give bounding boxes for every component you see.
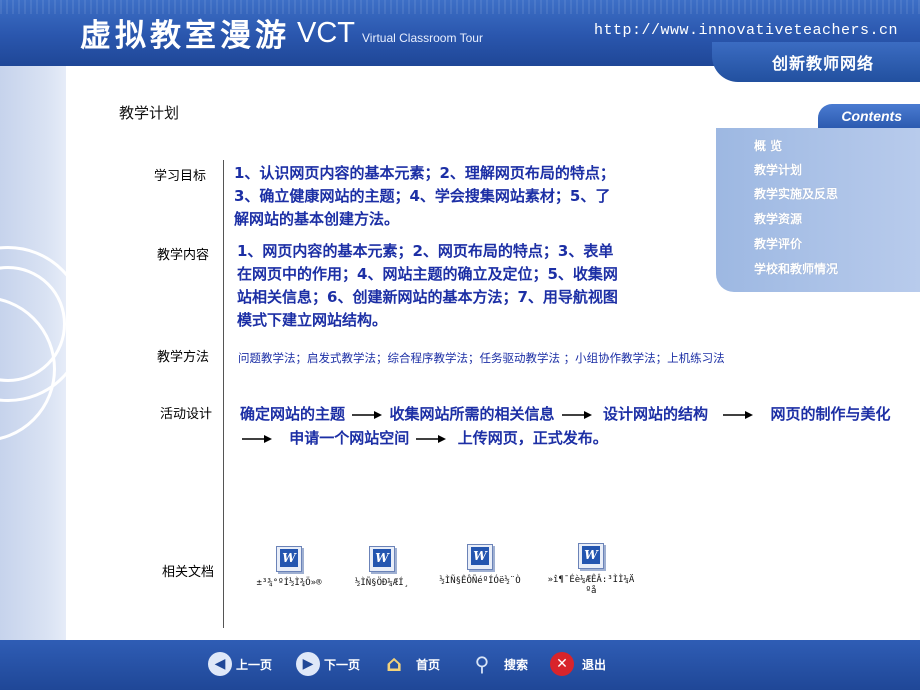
word-doc-icon[interactable]: W <box>467 544 493 570</box>
exit-button[interactable]: ✕ 退出 <box>550 652 606 676</box>
next-label[interactable]: 下一页 <box>324 656 360 673</box>
menu-item-school[interactable]: 学校和教师情况 <box>754 260 838 277</box>
arrow-right-icon <box>242 434 272 443</box>
activity-step: 申请一个网站空间 <box>289 429 410 447</box>
content-line: 1、网页内容的基本元素；2、网页布局的特点；3、表单 <box>237 242 614 260</box>
word-doc-icon[interactable]: W <box>369 546 395 572</box>
arrow-right-icon <box>561 410 592 419</box>
home-label[interactable]: 首页 <box>416 656 440 673</box>
site-title-en: Virtual Classroom Tour <box>362 31 483 45</box>
goals-line: 3、确立健康网站的主题；4、学会搜集网站素材；5、了 <box>234 187 611 205</box>
home-button[interactable]: ⌂ 首页 <box>382 652 440 677</box>
arrow-right-icon[interactable]: ▶ <box>296 652 320 676</box>
site-title-abbr: VCT <box>297 17 355 49</box>
goals-text: 1、认识网页内容的基本元素；2、理解网页布局的特点； 3、确立健康网站的主题；4… <box>234 162 694 231</box>
content-text: 1、网页内容的基本元素；2、网页布局的特点；3、表单 在网页中的作用；4、网站主… <box>237 240 697 332</box>
goals-label: 学习目标 <box>154 169 207 184</box>
menu-item-plan[interactable]: 教学计划 <box>754 161 802 178</box>
search-icon[interactable]: ⚲ <box>470 652 494 676</box>
activity-step: 收集网站所需的相关信息 <box>389 405 555 423</box>
left-rail <box>0 66 66 640</box>
activity-step: 上传网页，正式发布。 <box>457 429 608 447</box>
prev-button[interactable]: ◀ 上一页 <box>208 652 272 676</box>
activity-step: 设计网站的结构 <box>602 405 708 423</box>
exit-label[interactable]: 退出 <box>582 656 606 673</box>
arrow-right-icon <box>352 410 383 419</box>
doc-file[interactable]: W ½ÌÑ§ÊÔÑéºÍÓë½¨Ò <box>420 544 540 587</box>
site-url[interactable]: http://www.innovativeteachers.cn <box>594 22 898 39</box>
contents-tab: Contents <box>818 104 920 130</box>
activity-step: 网页的制作与美化 <box>770 405 891 423</box>
goals-line: 解网站的基本创建方法。 <box>234 210 400 228</box>
page-title: 教学计划 <box>119 104 180 122</box>
site-title: 虚拟教室漫游 <box>80 18 290 54</box>
content-label: 教学内容 <box>157 248 210 263</box>
doc-file-name[interactable]: ½ÌÑ§ÊÔÑéºÍÓë½¨Ò <box>420 576 540 587</box>
doc-file-name[interactable]: »î¶¯Éè¼ÆÊÂ:³ÌÌ¼Ä ºå <box>541 575 641 597</box>
activity-step: 确定网站的主题 <box>240 405 346 423</box>
word-doc-icon[interactable]: W <box>578 543 604 569</box>
brand-name: 创新教师网络 <box>772 54 875 73</box>
menu-item-evaluation[interactable]: 教学评价 <box>754 235 802 252</box>
docs-label: 相关文档 <box>162 565 215 580</box>
activities-flow: 确定网站的主题 收集网站所需的相关信息 设计网站的结构 网页的制作与美化 申请一… <box>240 402 905 450</box>
prev-label[interactable]: 上一页 <box>236 656 272 673</box>
bottom-bar <box>0 640 920 690</box>
content-line: 站相关信息；6、创建新网站的基本方法；7、用导航视图 <box>237 288 618 306</box>
menu-item-overview[interactable]: 概 览 <box>754 137 782 154</box>
doc-file[interactable]: W »î¶¯Éè¼ÆÊÂ:³ÌÌ¼Ä ºå <box>531 543 651 597</box>
content-divider <box>223 160 224 628</box>
arrow-right-icon <box>723 410 754 419</box>
home-icon[interactable]: ⌂ <box>382 652 406 677</box>
methods-text: 问题教学法；启发式教学法；综合程序教学法；任务驱动教学法 ；小组协作教学法；上机… <box>238 351 725 365</box>
search-label[interactable]: 搜索 <box>504 656 528 673</box>
menu-item-resources[interactable]: 教学资源 <box>754 210 802 227</box>
arrow-right-icon <box>416 434 447 443</box>
content-line: 在网页中的作用；4、网站主题的确立及定位；5、收集网 <box>237 265 618 283</box>
close-icon[interactable]: ✕ <box>550 652 574 676</box>
menu-item-reflection[interactable]: 教学实施及反思 <box>754 185 838 202</box>
activities-label: 活动设计 <box>160 407 213 422</box>
goals-line: 1、认识网页内容的基本元素；2、理解网页布局的特点； <box>234 164 615 182</box>
content-line: 模式下建立网站结构。 <box>237 311 388 329</box>
word-doc-icon[interactable]: W <box>276 546 302 572</box>
methods-label: 教学方法 <box>157 350 210 365</box>
next-button[interactable]: ▶ 下一页 <box>296 652 360 676</box>
contents-heading: Contents <box>841 108 902 124</box>
arrow-left-icon[interactable]: ◀ <box>208 652 232 676</box>
search-button[interactable]: ⚲ 搜索 <box>470 652 528 676</box>
